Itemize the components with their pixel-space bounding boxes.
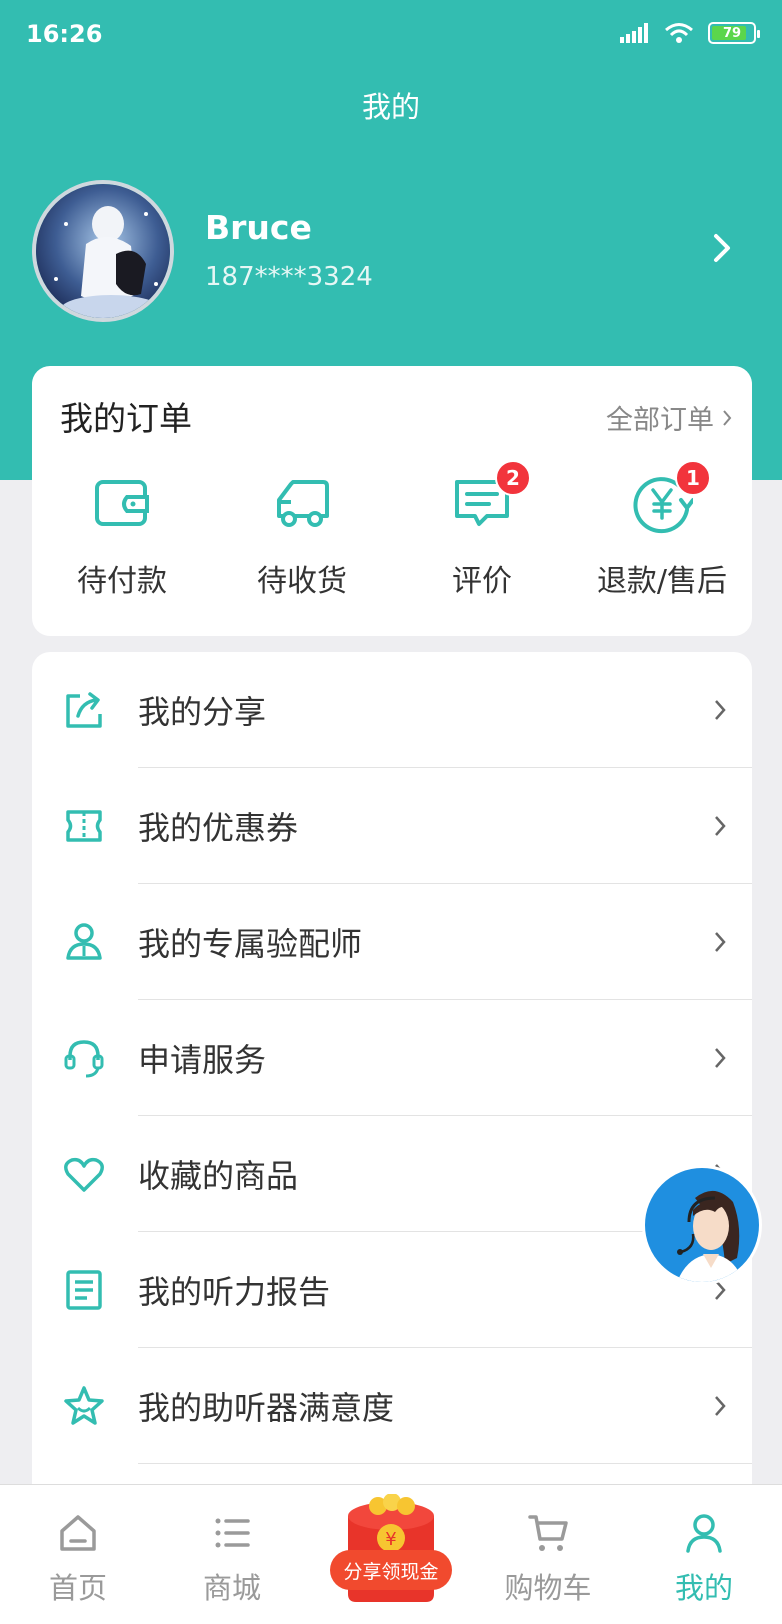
status-bar: 16:26 79 — [0, 0, 782, 72]
headset-icon — [64, 1040, 104, 1078]
truck-icon — [277, 480, 329, 527]
tab-label: 首页 — [48, 1571, 107, 1605]
chevron-right-icon — [715, 1048, 726, 1068]
menu-item-label: 我的专属验配师 — [138, 925, 363, 963]
user-icon — [686, 1514, 722, 1553]
status-icons: 79 — [620, 22, 760, 44]
status-time: 16:26 — [26, 20, 103, 48]
menu-item-fitter[interactable]: 我的专属验配师 — [32, 884, 752, 1000]
report-icon — [66, 1270, 102, 1310]
tab-label: 商城 — [202, 1571, 261, 1605]
order-item-label: 待付款 — [77, 564, 167, 599]
menu-item-coupons[interactable]: 我的优惠券 — [32, 768, 752, 884]
page-title: 我的 — [361, 90, 420, 124]
wifi-icon — [665, 23, 693, 43]
tab-label: 我的 — [674, 1571, 733, 1605]
share-icon — [66, 692, 102, 728]
star-icon — [64, 1386, 104, 1425]
profile-name[interactable]: Bruce — [205, 208, 312, 247]
chevron-right-icon[interactable] — [712, 232, 732, 264]
order-review[interactable]: 2 评价 — [392, 460, 572, 600]
battery-icon: 79 — [708, 22, 760, 44]
order-item-label: 待收货 — [257, 564, 347, 599]
menu-item-hearing-report[interactable]: 我的听力报告 — [32, 1232, 752, 1348]
menu-card: 我的分享 我的优惠券 我的专属验配师 申请服务 收藏的商品 我的听力报告 我的助… — [32, 652, 752, 1624]
signal-icon — [620, 23, 648, 43]
order-item-label: 评价 — [452, 564, 512, 599]
order-status-row: 待付款 待收货 2 评价 1 退款/售后 — [32, 460, 752, 600]
customer-service-button[interactable] — [642, 1165, 762, 1285]
home-icon — [60, 1515, 96, 1551]
chevron-right-icon — [715, 932, 726, 952]
menu-item-label: 我的优惠券 — [138, 809, 299, 847]
order-pending-payment[interactable]: 待付款 — [32, 472, 212, 600]
coupon-icon — [66, 810, 102, 842]
all-orders-label: 全部订单 — [606, 405, 714, 436]
chevron-right-icon — [723, 409, 732, 426]
menu-item-share[interactable]: 我的分享 — [32, 652, 752, 768]
tab-cart[interactable]: 购物车 — [470, 1485, 626, 1624]
order-pending-receipt[interactable]: 待收货 — [212, 472, 392, 600]
tab-label: 购物车 — [504, 1571, 592, 1605]
menu-item-label: 收藏的商品 — [138, 1157, 299, 1195]
orders-title: 我的订单 — [60, 399, 192, 438]
orders-card: 我的订单 全部订单 待付款 待收货 2 评价 1 退款/售后 — [32, 366, 752, 636]
review-count-badge: 2 — [495, 460, 531, 496]
chevron-right-icon — [715, 700, 726, 720]
all-orders-link[interactable]: 全部订单 — [606, 398, 732, 437]
menu-item-service[interactable]: 申请服务 — [32, 1000, 752, 1116]
menu-item-label: 申请服务 — [138, 1041, 267, 1079]
list-icon — [215, 1518, 250, 1548]
wallet-icon — [95, 480, 149, 526]
avatar[interactable] — [32, 180, 174, 322]
menu-item-label: 我的听力报告 — [138, 1273, 331, 1311]
profile-phone: 187****3324 — [205, 262, 373, 292]
menu-item-label: 我的分享 — [138, 693, 267, 731]
chevron-right-icon — [715, 1396, 726, 1416]
person-icon — [66, 923, 102, 960]
promo-label[interactable]: 分享领现金 — [330, 1550, 452, 1590]
chevron-right-icon — [715, 816, 726, 836]
promo-symbol: ¥ — [385, 1529, 396, 1550]
order-refund[interactable]: 1 退款/售后 — [572, 460, 752, 600]
menu-item-label: 我的助听器满意度 — [138, 1389, 395, 1427]
tab-mine[interactable]: 我的 — [626, 1485, 782, 1624]
refund-count-badge: 1 — [675, 460, 711, 496]
divider — [138, 1463, 752, 1464]
order-item-label: 退款/售后 — [596, 564, 728, 599]
battery-level: 79 — [722, 25, 742, 41]
menu-item-satisfaction[interactable]: 我的助听器满意度 — [32, 1348, 752, 1464]
cart-icon — [528, 1515, 568, 1551]
tab-mall[interactable]: 商城 — [154, 1485, 310, 1624]
heart-icon — [64, 1157, 104, 1192]
tab-home[interactable]: 首页 — [0, 1485, 156, 1624]
